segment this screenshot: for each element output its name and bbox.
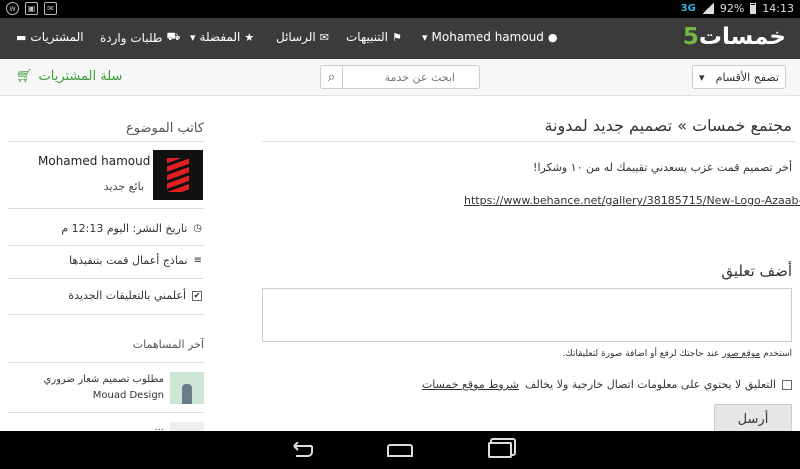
battery-level: 92%	[719, 2, 745, 15]
contribution-author[interactable]: Mouad Design	[93, 390, 164, 401]
battery-icon	[750, 3, 757, 14]
folder-icon: ▬	[16, 30, 27, 44]
toolbar: 🛒︎ سلة المشتريات ⌕ ▾ تصفح الأقسام	[0, 59, 800, 96]
nav-incoming-orders-label: طلبات واردة	[100, 30, 163, 45]
portfolio-link[interactable]: ≡ نماذج أعمال قمت بتنفيذها	[69, 254, 202, 267]
contribution-thumbnail[interactable]	[170, 372, 204, 404]
nav-favorites[interactable]: ▾ المفضلة ★	[190, 30, 254, 44]
chevron-down-icon: ▾	[190, 30, 196, 44]
portfolio-label: نماذج أعمال قمت بتنفيذها	[69, 254, 188, 267]
nav-notifications[interactable]: التنبيهات ⚑	[346, 30, 402, 44]
truck-icon: ⛟	[166, 30, 181, 43]
notify-checkbox[interactable]: ✔	[192, 290, 202, 301]
nav-purchases-label: المشتريات	[30, 30, 84, 44]
comment-heading: أضف تعليق	[721, 262, 792, 280]
status-bar: w ▣ ✉ 3G 92% 14:13	[0, 0, 800, 18]
nav-user-name: Mohamed hamoud	[431, 30, 544, 44]
notify-label: أعلمني بالتعليقات الجديدة	[68, 289, 186, 302]
top-navbar: ▬ المشتريات طلبات واردة ⛟ ▾ المفضلة ★ ال…	[0, 18, 800, 59]
terms-text: التعليق لا يحتوي على معلومات اتصال خارجي…	[524, 378, 776, 391]
terms-checkbox[interactable]	[782, 379, 792, 390]
site-logo[interactable]: خمسات5	[682, 24, 787, 50]
nav-incoming-orders[interactable]: طلبات واردة ⛟	[100, 30, 180, 45]
network-type: 3G	[680, 3, 696, 14]
contribution-title[interactable]: مطلوب تصميم شعار ضروري	[44, 374, 164, 385]
cart-icon: 🛒︎	[16, 69, 33, 84]
list-icon: ≡	[193, 255, 202, 266]
status-right: 3G 92% 14:13	[681, 2, 794, 15]
terms-agreement: التعليق لا يحتوي على معلومات اتصال خارجي…	[422, 378, 792, 391]
recent-apps-icon[interactable]	[485, 439, 515, 461]
author-name[interactable]: Mohamed hamoud	[38, 154, 150, 168]
system-nav-bar	[0, 431, 800, 469]
nav-messages-label: الرسائل	[276, 30, 316, 44]
logo-digit: 5	[682, 24, 700, 50]
post-text: أخر تصميم قمت عزب يسعدني تقييمك له من ١٠…	[533, 161, 792, 174]
divider	[262, 141, 795, 142]
hint-suffix: عند حاجتك لرفع أو اضافة صورة لتعليقاتك.	[562, 349, 720, 359]
clock-icon: ◷	[193, 223, 202, 234]
divider	[8, 141, 204, 142]
star-icon: ★	[244, 30, 255, 44]
comment-textarea[interactable]	[262, 288, 792, 342]
publish-date: ◷ تاريخ النشر: اليوم 12:13 م	[61, 222, 202, 235]
chevron-down-icon: ▾	[699, 70, 705, 84]
flag-icon: ⚑	[391, 30, 402, 44]
divider	[8, 208, 204, 209]
logo-text: خمسات	[698, 24, 787, 50]
divider	[8, 278, 204, 279]
envelope-icon: ✉	[319, 30, 329, 44]
chevron-down-icon: ▾	[422, 30, 428, 44]
author-role: بائع جديد	[103, 180, 144, 193]
user-icon: ●	[547, 30, 558, 44]
cart-link[interactable]: 🛒︎ سلة المشتريات	[16, 69, 122, 84]
nav-user-menu[interactable]: ▾ Mohamed hamoud ●	[422, 30, 558, 44]
home-icon[interactable]	[385, 439, 415, 461]
image-icon: ▣	[25, 2, 38, 15]
image-hint: استخدم موقع صور عند حاجتك لرفع أو اضافة …	[562, 349, 792, 359]
nav-favorites-label: المفضلة	[199, 30, 241, 44]
post-link[interactable]: https://www.behance.net/gallery/38185715…	[464, 194, 800, 207]
publish-date-text: تاريخ النشر: اليوم 12:13 م	[61, 222, 188, 235]
divider	[8, 245, 204, 246]
author-heading: كاتب الموضوع	[126, 121, 204, 136]
message-icon: ✉	[44, 2, 57, 15]
divider	[8, 314, 204, 315]
notification-icons: w ▣ ✉	[6, 2, 57, 15]
whatsapp-icon: w	[6, 2, 19, 15]
search-icon[interactable]: ⌕	[321, 66, 343, 88]
cart-label: سلة المشتريات	[38, 69, 123, 84]
back-icon[interactable]	[285, 439, 315, 461]
image-site-link[interactable]: موقع صور	[722, 349, 760, 359]
author-avatar[interactable]	[153, 150, 203, 200]
search-box: ⌕	[320, 65, 480, 89]
divider	[8, 412, 204, 413]
nav-messages[interactable]: الرسائل ✉	[276, 30, 329, 44]
contributions-heading: آخر المساهمات	[132, 338, 204, 351]
divider	[8, 362, 204, 363]
nav-notifications-label: التنبيهات	[346, 30, 388, 44]
signal-icon	[701, 3, 714, 14]
hint-prefix: استخدم	[763, 349, 792, 359]
browse-label: تصفح الأقسام	[715, 70, 779, 84]
browse-categories-select[interactable]: ▾ تصفح الأقسام	[692, 65, 786, 89]
page-title: مجتمع خمسات » تصميم جديد لمدونة	[544, 116, 792, 135]
notify-option[interactable]: ✔ أعلمني بالتعليقات الجديدة	[68, 289, 202, 302]
search-input[interactable]	[325, 68, 455, 86]
clock: 14:13	[762, 2, 794, 15]
terms-link[interactable]: شروط موقع خمسات	[422, 378, 519, 391]
nav-purchases[interactable]: ▬ المشتريات	[16, 30, 84, 44]
send-button[interactable]: أرسل	[714, 404, 792, 434]
